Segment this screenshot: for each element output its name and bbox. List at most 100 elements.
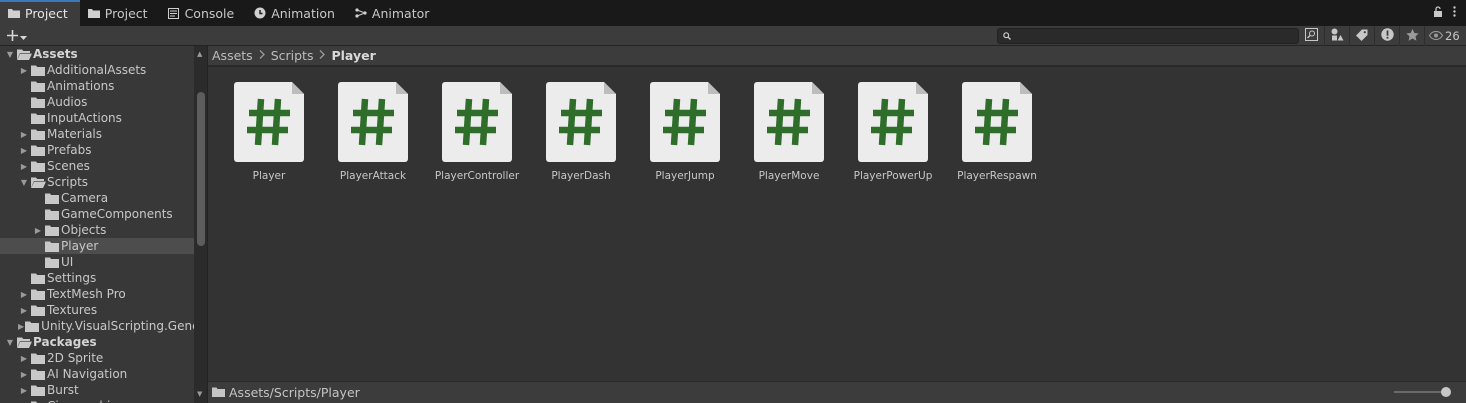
tree-item-audios[interactable]: Audios — [0, 94, 194, 110]
breadcrumb-player[interactable]: Player — [331, 48, 375, 63]
tree-item-label: UI — [61, 255, 74, 269]
tree-item-settings[interactable]: Settings — [0, 270, 194, 286]
expand-arrow-right-icon[interactable]: ▶ — [18, 130, 30, 139]
tree-item-materials[interactable]: ▶ Materials — [0, 126, 194, 142]
tree-item-packages[interactable]: ▼ Packages — [0, 334, 194, 350]
tree-item-scripts[interactable]: ▼ Scripts — [0, 174, 194, 190]
eye-count-label: 26 — [1445, 29, 1460, 43]
expand-arrow-right-icon[interactable]: ▶ — [18, 306, 30, 315]
tree-item-label: TextMesh Pro — [47, 287, 126, 301]
tree-item-gamecomponents[interactable]: GameComponents — [0, 206, 194, 222]
tree-item-textmesh-pro[interactable]: ▶ TextMesh Pro — [0, 286, 194, 302]
breadcrumb: Assets Scripts Player — [208, 46, 1466, 66]
expand-arrow-right-icon[interactable]: ▶ — [18, 162, 30, 171]
tree-item-label: Animations — [47, 79, 115, 93]
script-asset[interactable]: PlayerMove — [749, 82, 829, 182]
create-button[interactable] — [0, 26, 34, 46]
favorites-button[interactable] — [1399, 26, 1424, 46]
tree-item-animations[interactable]: Animations — [0, 78, 194, 94]
tree-item-assets[interactable]: ▼ Assets — [0, 46, 194, 62]
expand-arrow-right-icon[interactable]: ▶ — [18, 146, 30, 155]
tree-item-unity-visualscripting-gene[interactable]: ▶ Unity.VisualScripting.Gene — [0, 318, 194, 334]
folder-icon — [31, 97, 45, 108]
filter-by-label-button[interactable] — [1349, 26, 1374, 46]
tree-item-2d-sprite[interactable]: ▶ 2D Sprite — [0, 350, 194, 366]
csharp-script-icon — [234, 82, 304, 162]
csharp-script-icon — [546, 82, 616, 162]
scroll-thumb[interactable] — [197, 92, 205, 246]
tree-item-cinemachine[interactable]: ▶Cinemachine — [0, 398, 194, 403]
tree-item-ai-navigation[interactable]: ▶ AI Navigation — [0, 366, 194, 382]
expand-arrow-down-icon[interactable]: ▼ — [18, 178, 30, 187]
slider-knob[interactable] — [1441, 387, 1451, 397]
expand-arrow-right-icon[interactable]: ▶ — [18, 322, 24, 331]
filter-by-issue-button[interactable] — [1374, 26, 1399, 46]
tree-item-burst[interactable]: ▶ Burst — [0, 382, 194, 398]
tag-icon — [1356, 29, 1368, 44]
tree-item-label: 2D Sprite — [47, 351, 104, 365]
search-icon — [1003, 29, 1011, 43]
scroll-up-icon[interactable]: ▲ — [197, 50, 202, 58]
scroll-down-icon[interactable]: ▼ — [197, 390, 202, 398]
status-path: Assets/Scripts/Player — [229, 385, 360, 400]
tab-animator[interactable]: Animator — [347, 0, 441, 26]
script-asset[interactable]: Player — [229, 82, 309, 182]
tab-console[interactable]: Console — [160, 0, 247, 26]
expand-arrow-right-icon[interactable]: ▶ — [18, 386, 30, 395]
tree-item-label: Cinemachine — [47, 399, 125, 403]
tab-project[interactable]: Project — [0, 0, 80, 26]
script-asset[interactable]: PlayerAttack — [333, 82, 413, 182]
plus-icon — [7, 26, 18, 45]
tab-label: Project — [25, 5, 68, 21]
tree-item-player[interactable]: Player — [0, 238, 194, 254]
search-input[interactable] — [997, 28, 1299, 44]
expand-arrow-right-icon[interactable]: ▶ — [18, 370, 30, 379]
tree-item-ui[interactable]: UI — [0, 254, 194, 270]
hidden-packages-toggle[interactable]: 26 — [1424, 26, 1464, 46]
folder-tree: ▼ Assets ▶ AdditionalAssets Animations Audios… — [0, 46, 194, 403]
expand-arrow-down-icon[interactable]: ▼ — [4, 50, 16, 59]
tab-project-2[interactable]: Project — [80, 0, 160, 26]
script-asset[interactable]: PlayerPowerUp — [853, 82, 933, 182]
tab-animation[interactable]: Animation — [246, 0, 347, 26]
tree-scrollbar[interactable]: ▲ ▼ — [194, 46, 208, 403]
tab-label: Project — [104, 5, 148, 21]
asset-name: PlayerJump — [655, 170, 715, 182]
folder-icon — [45, 257, 59, 268]
tree-item-label: Scenes — [47, 159, 90, 173]
breadcrumb-scripts[interactable]: Scripts — [271, 48, 314, 63]
expand-arrow-right-icon[interactable]: ▶ — [18, 290, 30, 299]
filter-by-type-button[interactable] — [1324, 26, 1349, 46]
folder-icon — [45, 225, 59, 236]
script-asset[interactable]: PlayerRespawn — [957, 82, 1037, 182]
tree-item-inputactions[interactable]: InputActions — [0, 110, 194, 126]
tree-item-label: Audios — [47, 95, 88, 109]
tree-item-prefabs[interactable]: ▶ Prefabs — [0, 142, 194, 158]
folder-open-icon — [17, 49, 32, 60]
breadcrumb-assets[interactable]: Assets — [212, 48, 253, 63]
tab-bar: Project Project Console Animation Animat… — [0, 0, 1466, 26]
search-by-type-button[interactable] — [1298, 26, 1324, 46]
lock-icon[interactable] — [1433, 6, 1443, 20]
chevron-right-icon — [259, 49, 265, 62]
tree-item-textures[interactable]: ▶ Textures — [0, 302, 194, 318]
asset-name: Player — [252, 170, 286, 182]
tree-item-label: Camera — [61, 191, 109, 205]
folder-icon — [31, 305, 45, 316]
expand-arrow-right-icon[interactable]: ▶ — [32, 226, 44, 235]
more-menu-icon[interactable] — [1453, 6, 1456, 20]
expand-arrow-right-icon[interactable]: ▶ — [18, 66, 30, 75]
tree-item-scenes[interactable]: ▶ Scenes — [0, 158, 194, 174]
tree-item-additionalassets[interactable]: ▶ AdditionalAssets — [0, 62, 194, 78]
script-asset[interactable]: PlayerJump — [645, 82, 725, 182]
expand-arrow-right-icon[interactable]: ▶ — [18, 354, 30, 363]
tree-item-objects[interactable]: ▶ Objects — [0, 222, 194, 238]
folder-icon — [8, 7, 20, 19]
tree-item-label: Settings — [47, 271, 97, 285]
script-asset[interactable]: PlayerDash — [541, 82, 621, 182]
script-asset[interactable]: PlayerController — [435, 82, 519, 182]
project-toolbar: 26 — [0, 26, 1466, 46]
expand-arrow-down-icon[interactable]: ▼ — [4, 338, 16, 347]
icon-size-slider[interactable] — [1394, 387, 1451, 397]
tree-item-camera[interactable]: Camera — [0, 190, 194, 206]
